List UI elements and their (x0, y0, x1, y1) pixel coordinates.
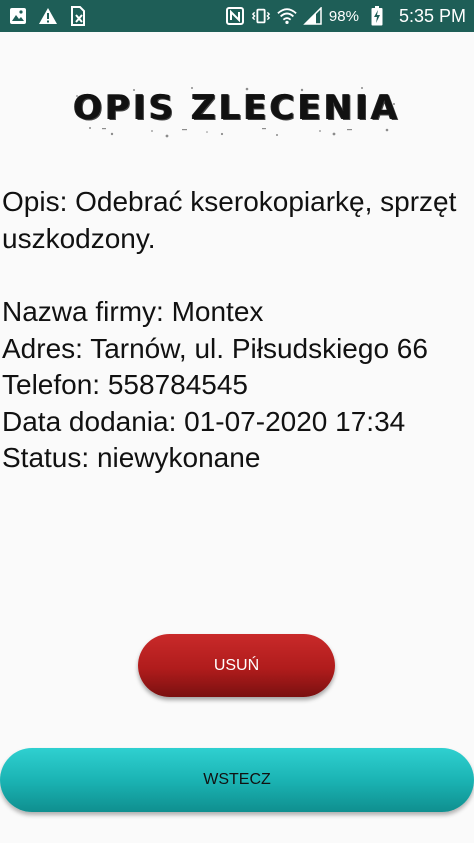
status-bar-left (8, 6, 88, 26)
wifi-icon (277, 6, 297, 26)
battery-percent: 98% (328, 7, 359, 25)
nfc-icon (225, 6, 245, 26)
back-button[interactable]: WSTECZ (0, 748, 474, 812)
signal-icon (303, 6, 323, 26)
header: OPIS ZLECENIA (0, 84, 474, 144)
title-logo: OPIS ZLECENIA (72, 84, 402, 140)
clock: 5:35 PM (398, 5, 466, 26)
order-details: Opis: Odebrać kserokopiarkę, sprzęt uszk… (2, 184, 472, 477)
battery-charging-icon (367, 6, 387, 26)
delete-button[interactable]: USUŃ (138, 634, 335, 697)
date-added-text: Data dodania: 01-07-2020 17:34 (2, 405, 406, 437)
status-bar-right: 98% 5:35 PM (225, 6, 466, 27)
warning-icon (38, 6, 58, 26)
description-text: Opis: Odebrać kserokopiarkę, sprzęt uszk… (2, 186, 457, 254)
status-bar: 98% 5:35 PM (0, 0, 474, 32)
no-sim-icon (68, 6, 88, 26)
page-title: OPIS ZLECENIA (73, 88, 401, 128)
phone-text: Telefon: 558784545 (2, 369, 248, 400)
company-text: Nazwa firmy: Montex (2, 296, 264, 327)
address-text: Adres: Tarnów, ul. Piłsudskiego 66 (2, 332, 428, 364)
status-text: Status: niewykonane (2, 442, 261, 473)
vibrate-icon (251, 6, 271, 26)
image-icon (8, 6, 28, 26)
